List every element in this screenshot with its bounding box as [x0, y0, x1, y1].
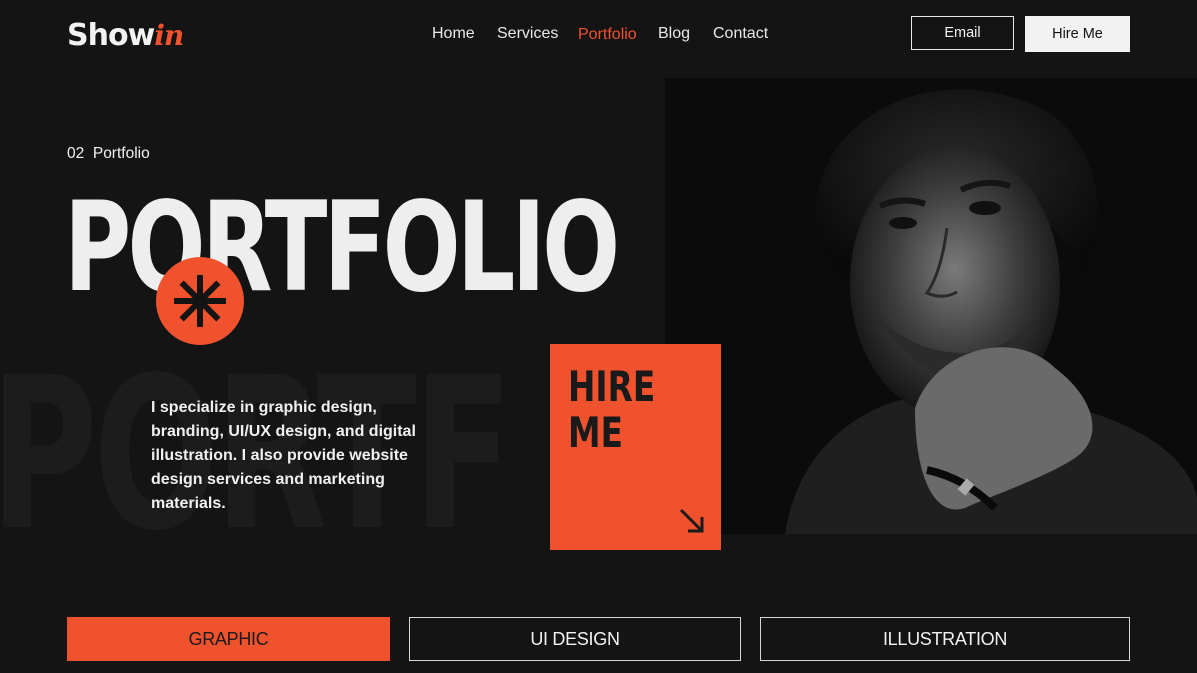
portrait-illustration — [665, 78, 1197, 534]
asterisk-badge — [156, 257, 244, 345]
section-eyebrow: 02 Portfolio — [67, 145, 150, 162]
tab-ui-design[interactable]: UI DESIGN — [409, 617, 741, 661]
nav-item-services[interactable]: Services — [497, 24, 558, 44]
brand-logo[interactable]: Showin — [67, 16, 184, 56]
email-button[interactable]: Email — [911, 16, 1014, 50]
nav-item-portfolio[interactable]: Portfolio — [578, 25, 637, 45]
page-title: PORTFOLIO — [64, 176, 620, 320]
portfolio-page: Showin Home Services Portfolio Blog Cont… — [0, 0, 1197, 673]
hire-me-button[interactable]: Hire Me — [1025, 16, 1130, 52]
tab-illustration[interactable]: ILLUSTRATION — [760, 617, 1130, 661]
brand-name-accent: in — [154, 19, 184, 52]
hire-me-card[interactable]: HIRE ME — [550, 344, 721, 550]
brand-name-main: Show — [67, 18, 155, 53]
arrow-down-right-icon — [679, 508, 704, 533]
hire-card-label: HIRE ME — [568, 362, 656, 457]
tab-graphic[interactable]: GRAPHIC — [67, 617, 390, 661]
asterisk-icon — [174, 275, 226, 327]
nav-item-contact[interactable]: Contact — [713, 24, 768, 44]
portrait-photo — [665, 78, 1197, 534]
intro-description: I specialize in graphic design, branding… — [151, 399, 416, 512]
nav-item-blog[interactable]: Blog — [658, 24, 690, 44]
nav-item-home[interactable]: Home — [432, 24, 475, 44]
